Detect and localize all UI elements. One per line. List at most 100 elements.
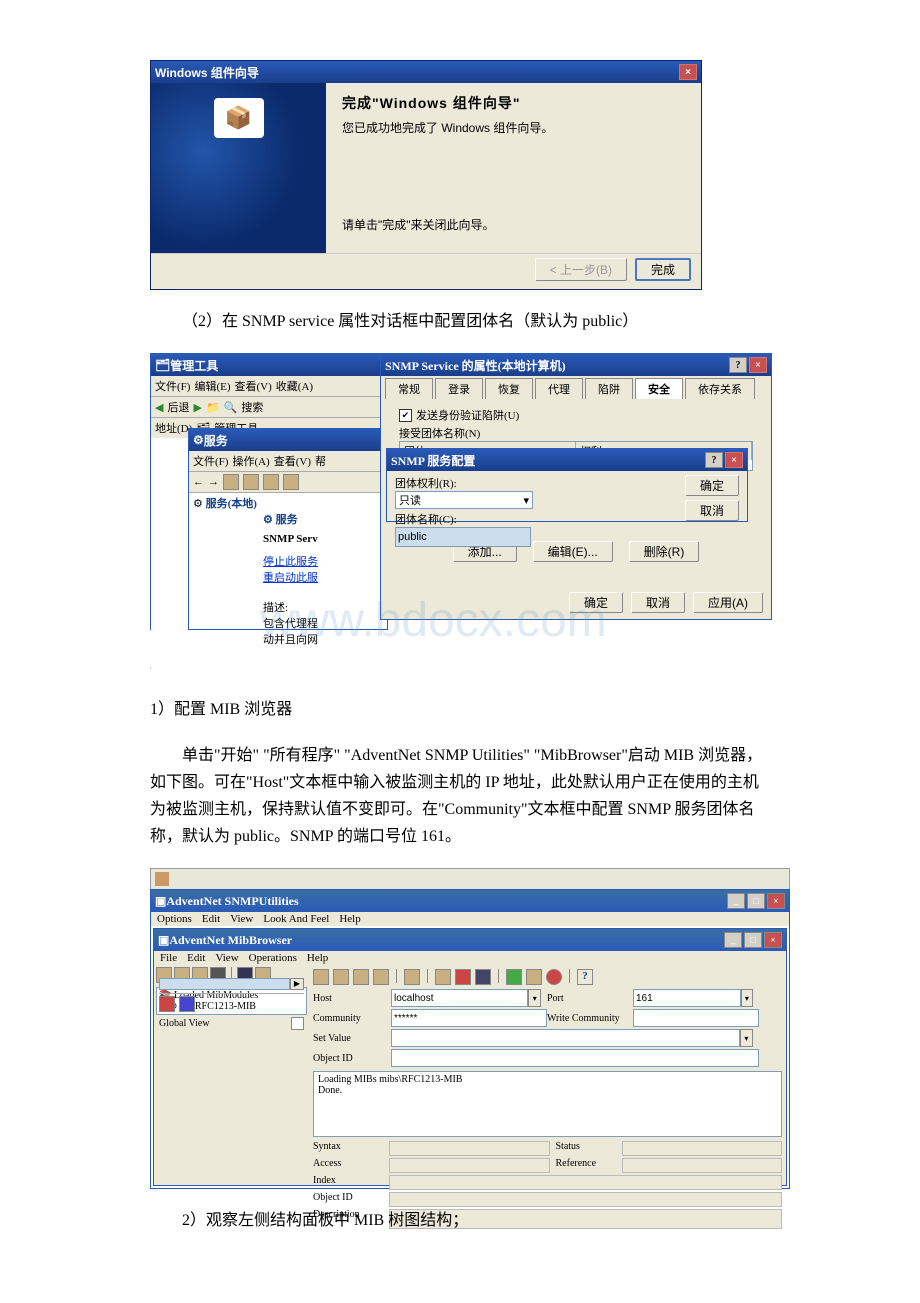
svc-toolbar[interactable]: ← → bbox=[189, 472, 387, 493]
global-view-checkbox[interactable] bbox=[291, 1017, 304, 1030]
host-input[interactable] bbox=[391, 989, 528, 1007]
help-icon[interactable]: ? bbox=[577, 969, 593, 985]
tool-icon[interactable] bbox=[313, 969, 329, 985]
tab-security[interactable]: 安全 bbox=[635, 378, 683, 399]
close-icon[interactable]: × bbox=[767, 893, 785, 909]
start-icon[interactable] bbox=[506, 969, 522, 985]
util-menu-help[interactable]: Help bbox=[339, 913, 360, 925]
mib-title-bar[interactable]: ▣ AdventNet MibBrowser _ □ × bbox=[154, 929, 786, 951]
admin-back-label[interactable]: 后退 bbox=[167, 399, 189, 415]
chevron-down-icon[interactable]: ▾ bbox=[528, 989, 541, 1007]
tool-icon[interactable] bbox=[435, 969, 451, 985]
community-input[interactable] bbox=[391, 1009, 547, 1027]
svc-stop-link[interactable]: 停止此服务 bbox=[263, 553, 383, 569]
table-icon[interactable] bbox=[475, 969, 491, 985]
write-community-input[interactable] bbox=[633, 1009, 759, 1027]
svc-menu-view[interactable]: 查看(V) bbox=[274, 453, 311, 469]
util-menu-bar[interactable]: Options Edit View Look And Feel Help bbox=[151, 912, 789, 926]
arrow-right-icon[interactable]: → bbox=[208, 476, 219, 488]
svc-selected[interactable]: SNMP Serv bbox=[263, 533, 383, 545]
util-menu-edit[interactable]: Edit bbox=[202, 913, 220, 925]
toolbar-btn[interactable] bbox=[263, 474, 279, 490]
h-scrollbar-track[interactable] bbox=[159, 978, 290, 990]
util-menu-view[interactable]: View bbox=[230, 913, 253, 925]
tab-logon[interactable]: 登录 bbox=[435, 378, 483, 399]
tab-recovery[interactable]: 恢复 bbox=[485, 378, 533, 399]
mib-menu-file[interactable]: File bbox=[160, 952, 177, 964]
tool-icon[interactable] bbox=[404, 969, 420, 985]
minimize-icon[interactable]: _ bbox=[724, 932, 742, 948]
admin-search-label[interactable]: 搜索 bbox=[241, 399, 263, 415]
tab-agent[interactable]: 代理 bbox=[535, 378, 583, 399]
mib-menu-bar[interactable]: File Edit View Operations Help bbox=[154, 951, 786, 965]
maximize-icon[interactable]: □ bbox=[744, 932, 762, 948]
maximize-icon[interactable]: □ bbox=[747, 893, 765, 909]
mib-menu-ops[interactable]: Operations bbox=[249, 952, 297, 964]
port-input[interactable] bbox=[633, 989, 741, 1007]
mib-menu-view[interactable]: View bbox=[215, 952, 238, 964]
wizard-title-bar[interactable]: Windows 组件向导 × bbox=[151, 61, 701, 83]
admin-menu-edit[interactable]: 编辑(E) bbox=[194, 378, 230, 394]
svc-menu-action[interactable]: 操作(A) bbox=[232, 453, 269, 469]
cfg-title-bar[interactable]: SNMP 服务配置 ? × bbox=[387, 449, 747, 471]
toolbar-btn[interactable] bbox=[283, 474, 299, 490]
props-apply-button[interactable]: 应用(A) bbox=[693, 592, 763, 613]
tool-icon[interactable] bbox=[333, 969, 349, 985]
admin-menu-view[interactable]: 查看(V) bbox=[235, 378, 272, 394]
forward-icon[interactable]: ▶ bbox=[193, 401, 201, 414]
tab-traps[interactable]: 陷阱 bbox=[585, 378, 633, 399]
wizard-finish-button[interactable]: 完成 bbox=[635, 258, 691, 281]
mib-main-toolbar[interactable]: ? bbox=[313, 967, 782, 987]
objectid-input[interactable] bbox=[391, 1049, 759, 1067]
svc-title-bar[interactable]: ⚙ 服务 bbox=[189, 429, 387, 451]
svc-menu-file[interactable]: 文件(F) bbox=[193, 453, 228, 469]
close-icon[interactable]: × bbox=[749, 357, 767, 373]
mib-tree-panel[interactable]: 📚 Loaded MibModules ⊕ 📄 RFC1213-MIB ▶ Gl… bbox=[156, 987, 307, 1015]
admin-nav-toolbar[interactable]: ◀ 后退 ▶ 📁 🔍 搜索 bbox=[151, 397, 381, 418]
toolbar-btn[interactable] bbox=[243, 474, 259, 490]
tab-dependencies[interactable]: 依存关系 bbox=[685, 378, 755, 399]
cfg-cancel-button[interactable]: 取消 bbox=[685, 500, 739, 521]
close-icon[interactable]: × bbox=[679, 64, 697, 80]
svc-menu-help[interactable]: 帮 bbox=[315, 453, 326, 469]
setvalue-input[interactable] bbox=[391, 1029, 740, 1047]
help-icon[interactable]: ? bbox=[729, 357, 747, 373]
back-icon[interactable]: ◀ bbox=[155, 401, 163, 414]
cfg-rights-select[interactable]: 只读 ▾ bbox=[395, 491, 533, 509]
chevron-down-icon[interactable]: ▾ bbox=[740, 1029, 753, 1047]
close-icon[interactable]: × bbox=[725, 452, 743, 468]
util-menu-options[interactable]: Options bbox=[157, 913, 192, 925]
stop-icon[interactable] bbox=[546, 969, 562, 985]
util-menu-laf[interactable]: Look And Feel bbox=[263, 913, 329, 925]
admin-menu-fav[interactable]: 收藏(A) bbox=[276, 378, 313, 394]
admin-menu-bar[interactable]: 文件(F) 编辑(E) 查看(V) 收藏(A) bbox=[151, 376, 381, 397]
svc-tree-item[interactable]: ⚙ 服务(本地) bbox=[193, 495, 383, 511]
admin-title-bar[interactable]: 🗂 管理工具 bbox=[151, 354, 381, 376]
props-title-bar[interactable]: SNMP Service 的属性(本地计算机) ? × bbox=[381, 354, 771, 376]
tab-general[interactable]: 常规 bbox=[385, 378, 433, 399]
send-auth-trap-checkbox[interactable]: ✔ bbox=[399, 409, 412, 422]
props-ok-button[interactable]: 确定 bbox=[569, 592, 623, 613]
scroll-right-icon[interactable]: ▶ bbox=[290, 978, 304, 990]
arrow-left-icon[interactable]: ← bbox=[193, 476, 204, 488]
chevron-down-icon[interactable]: ▾ bbox=[741, 989, 753, 1007]
tool-icon[interactable] bbox=[373, 969, 389, 985]
refresh-icon[interactable] bbox=[526, 969, 542, 985]
close-icon[interactable]: × bbox=[764, 932, 782, 948]
svc-menu-bar[interactable]: 文件(F) 操作(A) 查看(V) 帮 bbox=[189, 451, 387, 472]
util-title-bar[interactable]: ▣ AdventNet SNMPUtilities _ □ × bbox=[151, 890, 789, 912]
svc-restart-link[interactable]: 重启动此服 bbox=[263, 569, 383, 585]
props-cancel-button[interactable]: 取消 bbox=[631, 592, 685, 613]
admin-menu-file[interactable]: 文件(F) bbox=[155, 378, 190, 394]
mib-menu-edit[interactable]: Edit bbox=[187, 952, 205, 964]
search-icon[interactable]: 🔍 bbox=[224, 401, 238, 414]
cfg-name-input[interactable] bbox=[395, 527, 531, 547]
mib-menu-help[interactable]: Help bbox=[307, 952, 328, 964]
minimize-icon[interactable]: _ bbox=[727, 893, 745, 909]
chart-icon[interactable] bbox=[455, 969, 471, 985]
help-icon[interactable]: ? bbox=[705, 452, 723, 468]
tool-icon[interactable] bbox=[353, 969, 369, 985]
props-tabs[interactable]: 常规 登录 恢复 代理 陷阱 安全 依存关系 bbox=[381, 376, 771, 399]
cfg-ok-button[interactable]: 确定 bbox=[685, 475, 739, 496]
up-icon[interactable]: 📁 bbox=[206, 401, 220, 414]
